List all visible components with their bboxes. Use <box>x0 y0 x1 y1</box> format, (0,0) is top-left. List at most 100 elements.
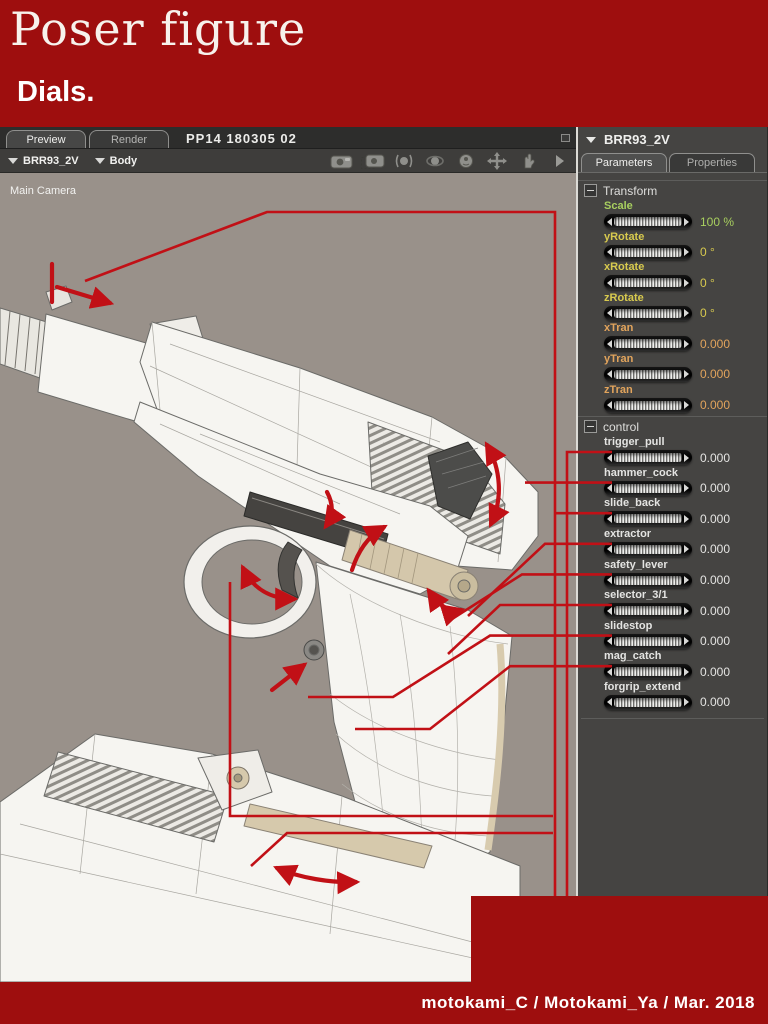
dial-row-forgrip_extend: forgrip_extend 0.000 <box>578 681 767 712</box>
dock-window-icon[interactable] <box>561 134 570 142</box>
dial-value[interactable]: 0.000 <box>700 634 730 648</box>
dial-value[interactable]: 0.000 <box>700 367 730 381</box>
dial-value[interactable]: 0.000 <box>700 695 730 709</box>
move-view-icon[interactable] <box>484 151 510 170</box>
dial-extractor[interactable] <box>604 541 692 557</box>
dial-safety_lever[interactable] <box>604 572 692 588</box>
dial-value[interactable]: 0.000 <box>700 337 730 351</box>
dial-arrow-right-icon <box>684 576 689 585</box>
actor-dropdown[interactable]: Body <box>94 154 138 167</box>
dial-groups: Transform Scale 100 % yRotate 0 ° xRotate 0 ° z… <box>578 173 767 719</box>
dial-value[interactable]: 100 % <box>700 215 734 229</box>
dial-arrow-left-icon <box>607 339 612 348</box>
dial-value[interactable]: 0 ° <box>700 306 715 320</box>
dial-row-zRotate: zRotate 0 ° <box>578 292 767 323</box>
panel-tab-bar: Parameters Properties <box>578 152 767 173</box>
actor-dropdown-label: Body <box>109 154 138 167</box>
dial-row-yTran: yTran 0.000 <box>578 353 767 384</box>
dial-xRotate[interactable] <box>604 275 692 291</box>
dial-forgrip_extend[interactable] <box>604 694 692 710</box>
dial-label: zRotate <box>604 291 644 304</box>
document-area: Preview Render PP14 180305 02 BRR93_2V B… <box>0 127 576 982</box>
dial-arrow-right-icon <box>684 484 689 493</box>
dial-arrow-left-icon <box>607 637 612 646</box>
dial-xTran[interactable] <box>604 336 692 352</box>
dial-arrow-left-icon <box>607 698 612 707</box>
chevron-down-icon <box>586 136 596 143</box>
panel-figure-header[interactable]: BRR93_2V <box>578 127 767 152</box>
panel-divider-line <box>581 717 764 719</box>
tab-parameters-label: Parameters <box>595 157 653 169</box>
figure-dropdown[interactable]: BRR93_2V <box>8 155 79 167</box>
dial-label: trigger_pull <box>604 436 665 449</box>
camera-flyaround-icon[interactable] <box>329 152 355 170</box>
dial-value[interactable]: 0.000 <box>700 451 730 465</box>
dial-value[interactable]: 0 ° <box>700 245 715 259</box>
page-title: Poser figure <box>10 2 307 56</box>
dial-row-safety_lever: safety_lever 0.000 <box>578 559 767 590</box>
dial-label: yRotate <box>604 230 645 243</box>
dial-yRotate[interactable] <box>604 244 692 260</box>
dial-knurl <box>614 544 682 554</box>
scroll-arrow-icon[interactable] <box>546 152 572 170</box>
hand-tool-icon[interactable] <box>515 152 541 170</box>
trackball-icon[interactable] <box>391 152 417 170</box>
document-tab-bar: Preview Render PP14 180305 02 <box>0 127 576 149</box>
tab-render[interactable]: Render <box>89 130 169 148</box>
dial-knurl <box>614 217 682 226</box>
dial-zTran[interactable] <box>604 397 692 413</box>
tab-parameters[interactable]: Parameters <box>581 153 667 172</box>
dial-row-extractor: extractor 0.000 <box>578 528 767 559</box>
dial-trigger_pull[interactable] <box>604 450 692 466</box>
header-banner: Poser figure Dials. <box>0 0 768 127</box>
camera-select-icon[interactable] <box>360 152 386 170</box>
credit-footer: motokami_C / Motokami_Ya / Mar. 2018 <box>0 982 768 1024</box>
dial-hammer_cock[interactable] <box>604 480 692 496</box>
dial-slidestop[interactable] <box>604 633 692 649</box>
face-camera-icon[interactable] <box>453 152 479 170</box>
dial-value[interactable]: 0.000 <box>700 604 730 618</box>
dial-mag_catch[interactable] <box>604 664 692 680</box>
dial-arrow-right-icon <box>684 248 689 257</box>
dial-slide_back[interactable] <box>604 511 692 527</box>
dial-arrow-right-icon <box>684 309 689 318</box>
dial-row-yRotate: yRotate 0 ° <box>578 231 767 262</box>
dial-label: hammer_cock <box>604 466 678 479</box>
dial-arrow-left-icon <box>607 453 612 462</box>
group-name: control <box>603 419 640 434</box>
group-header-control: control <box>578 416 767 436</box>
dial-value[interactable]: 0.000 <box>700 512 730 526</box>
dial-arrow-right-icon <box>684 698 689 707</box>
dial-row-mag_catch: mag_catch 0.000 <box>578 650 767 681</box>
dial-knurl <box>614 453 682 463</box>
dial-value[interactable]: 0.000 <box>700 573 730 587</box>
preview-viewport[interactable]: Main Camera <box>0 174 576 982</box>
dial-arrow-left-icon <box>607 606 612 615</box>
dial-row-slidestop: slidestop 0.000 <box>578 620 767 651</box>
rotate-view-icon[interactable] <box>422 152 448 170</box>
dial-value[interactable]: 0.000 <box>700 398 730 412</box>
dial-selector_3/1[interactable] <box>604 603 692 619</box>
dial-Scale[interactable] <box>604 214 692 229</box>
dial-arrow-right-icon <box>684 514 689 523</box>
tab-preview[interactable]: Preview <box>6 130 86 148</box>
dial-arrow-right-icon <box>684 278 689 287</box>
tab-properties[interactable]: Properties <box>669 153 755 172</box>
dial-value[interactable]: 0.000 <box>700 542 730 556</box>
dial-arrow-left-icon <box>607 545 612 554</box>
dial-knurl <box>614 308 682 318</box>
dial-value[interactable]: 0.000 <box>700 481 730 495</box>
dial-value[interactable]: 0.000 <box>700 665 730 679</box>
poser-window: Preview Render PP14 180305 02 BRR93_2V B… <box>0 127 768 982</box>
dial-yTran[interactable] <box>604 366 692 382</box>
dial-value[interactable]: 0 ° <box>700 276 715 290</box>
panel-divider[interactable] <box>576 127 578 982</box>
document-title: PP14 180305 02 <box>186 131 297 146</box>
dial-knurl <box>614 278 682 288</box>
collapse-toggle-icon[interactable] <box>584 184 597 197</box>
dial-row-Scale: Scale 100 % <box>578 200 767 231</box>
dial-zRotate[interactable] <box>604 305 692 321</box>
collapse-toggle-icon[interactable] <box>584 420 597 434</box>
tab-properties-label: Properties <box>686 157 738 169</box>
dial-arrow-right-icon <box>684 370 689 379</box>
